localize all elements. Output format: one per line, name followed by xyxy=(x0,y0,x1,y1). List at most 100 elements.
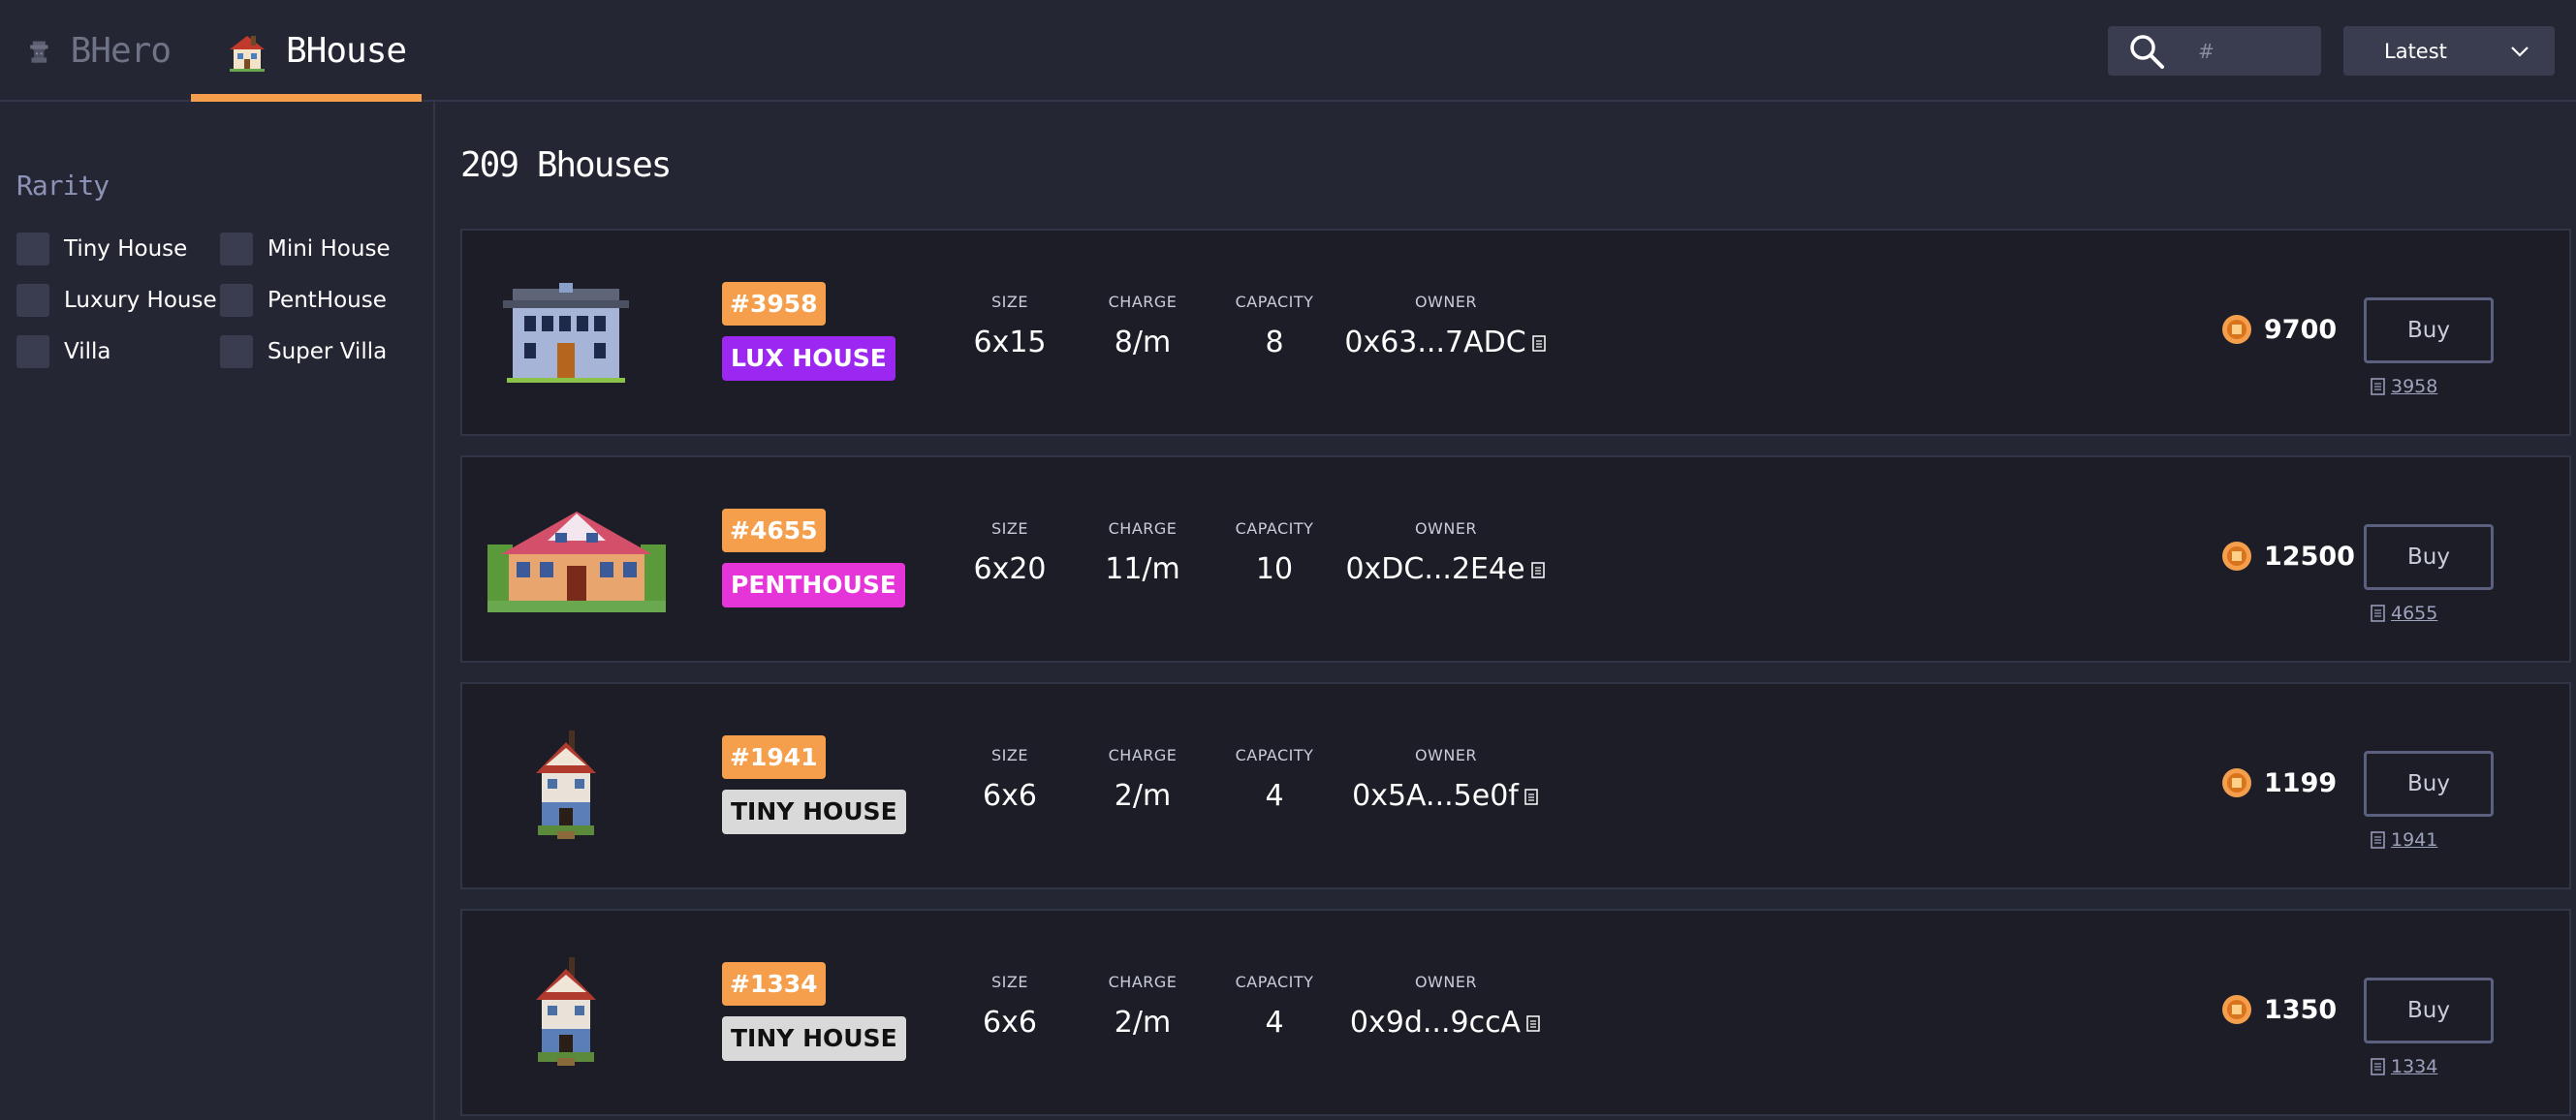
capacity-label: CAPACITY xyxy=(1235,973,1314,991)
owner-value: 0xDC...2E4e xyxy=(1344,552,1548,586)
filter-label: Mini House xyxy=(267,236,391,262)
size-value: 6x20 xyxy=(973,552,1047,586)
listing-card: #1334 TINY HOUSE SIZE 6x6 CHARGE 2/m CAP… xyxy=(460,909,2571,1116)
sort-select[interactable]: Latest xyxy=(2343,26,2555,76)
rarity-badge: TINY HOUSE xyxy=(722,1016,906,1061)
size-value: 6x6 xyxy=(983,1006,1037,1040)
house-id-link-label: 3958 xyxy=(2391,376,2438,397)
filter-tiny-house[interactable]: Tiny House xyxy=(16,233,187,265)
house-id-badge: #1334 xyxy=(722,962,826,1006)
house-id-link[interactable]: 1941 xyxy=(2371,829,2437,851)
search-icon xyxy=(2130,34,2164,69)
charge-value: 2/m xyxy=(1114,1006,1172,1040)
price-value: 9700 xyxy=(2264,314,2338,345)
checkbox[interactable] xyxy=(220,284,253,317)
filter-penthouse[interactable]: PentHouse xyxy=(220,284,387,317)
copy-icon[interactable] xyxy=(1524,1014,1542,1034)
tiny-house-image xyxy=(536,957,596,1066)
capacity-value: 8 xyxy=(1265,326,1284,359)
tab-bhero[interactable]: BHero xyxy=(25,0,172,102)
listing-card: #1941 TINY HOUSE SIZE 6x6 CHARGE 2/m CAP… xyxy=(460,682,2571,889)
owner-address: 0xDC...2E4e xyxy=(1345,552,1525,586)
sidebar: Rarity Tiny House Mini House Luxury Hous… xyxy=(0,102,435,1120)
buy-button[interactable]: Buy xyxy=(2364,297,2494,363)
checkbox[interactable] xyxy=(16,233,49,265)
checkbox[interactable] xyxy=(16,284,49,317)
bcoin-icon xyxy=(2222,768,2251,797)
owner-label: OWNER xyxy=(1414,973,1478,991)
document-icon xyxy=(2371,1058,2385,1075)
chevron-down-icon xyxy=(2511,47,2529,57)
charge-stat: CHARGE 11/m xyxy=(1094,519,1191,586)
checkbox[interactable] xyxy=(220,335,253,368)
house-id-link[interactable]: 4655 xyxy=(2371,603,2437,624)
checkbox[interactable] xyxy=(220,233,253,265)
owner-value: 0x5A...5e0f xyxy=(1344,779,1548,813)
filter-luxury-house[interactable]: Luxury House xyxy=(16,284,217,317)
charge-label: CHARGE xyxy=(1108,519,1178,538)
copy-icon[interactable] xyxy=(1529,561,1547,580)
charge-value: 2/m xyxy=(1114,779,1172,813)
copy-icon[interactable] xyxy=(1523,788,1540,807)
lux-house-image xyxy=(503,283,629,383)
filter-label: PentHouse xyxy=(267,288,387,313)
owner-label: OWNER xyxy=(1414,519,1478,538)
price: 1350 xyxy=(2221,994,2337,1025)
checkbox[interactable] xyxy=(16,335,49,368)
price: 1199 xyxy=(2221,767,2337,798)
charge-label: CHARGE xyxy=(1108,746,1178,764)
owner-label: OWNER xyxy=(1414,746,1478,764)
buy-button[interactable]: Buy xyxy=(2364,978,2494,1043)
size-value: 6x15 xyxy=(973,326,1047,359)
price-value: 1199 xyxy=(2264,767,2338,798)
house-id-link[interactable]: 1334 xyxy=(2371,1056,2437,1077)
tiny-house-image xyxy=(536,731,596,839)
price: 9700 xyxy=(2221,314,2337,345)
listing-card: #3958 LUX HOUSE SIZE 6x15 CHARGE 8/m CAP… xyxy=(460,229,2571,436)
listing-card: #4655 PENTHOUSE SIZE 6x20 CHARGE 11/m CA… xyxy=(460,455,2571,663)
size-stat: SIZE 6x6 xyxy=(966,973,1053,1040)
filter-label: Luxury House xyxy=(64,288,217,313)
bhero-icon xyxy=(30,41,48,63)
owner-address: 0x63...7ADC xyxy=(1344,326,1526,359)
capacity-stat: CAPACITY 4 xyxy=(1226,973,1323,1040)
filter-super-villa[interactable]: Super Villa xyxy=(220,335,387,368)
search-box[interactable] xyxy=(2108,26,2321,76)
owner-stat: OWNER 0x5A...5e0f xyxy=(1344,746,1548,813)
house-id-link[interactable]: 3958 xyxy=(2371,376,2437,397)
buy-button[interactable]: Buy xyxy=(2364,524,2494,590)
document-icon xyxy=(2371,605,2385,622)
capacity-value: 10 xyxy=(1255,552,1294,586)
owner-stat: OWNER 0xDC...2E4e xyxy=(1344,519,1548,586)
house-id-link-label: 4655 xyxy=(2391,603,2438,624)
copy-icon[interactable] xyxy=(1530,334,1548,354)
bcoin-icon xyxy=(2222,995,2251,1024)
search-input[interactable] xyxy=(2196,38,2316,64)
price-value: 12500 xyxy=(2264,541,2355,572)
owner-address: 0x9d...9ccA xyxy=(1349,1006,1522,1040)
owner-value: 0x63...7ADC xyxy=(1344,326,1548,359)
size-stat: SIZE 6x6 xyxy=(966,746,1053,813)
filter-label: Tiny House xyxy=(64,236,188,262)
tab-bhero-label: BHero xyxy=(70,31,172,71)
document-icon xyxy=(2371,831,2385,849)
capacity-label: CAPACITY xyxy=(1235,293,1314,311)
sort-selected-value: Latest xyxy=(2384,39,2447,63)
bhouse-icon xyxy=(230,35,265,72)
filter-mini-house[interactable]: Mini House xyxy=(220,233,391,265)
capacity-value: 4 xyxy=(1265,1006,1284,1040)
penthouse-image xyxy=(487,512,666,612)
buy-button[interactable]: Buy xyxy=(2364,751,2494,817)
charge-value: 11/m xyxy=(1105,552,1180,586)
filter-label: Villa xyxy=(64,339,111,364)
tab-bhouse[interactable]: BHouse xyxy=(191,0,422,102)
charge-stat: CHARGE 2/m xyxy=(1094,973,1191,1040)
page-title: 209 Bhouses xyxy=(460,145,672,185)
filter-villa[interactable]: Villa xyxy=(16,335,111,368)
top-bar: BHero BHouse Latest xyxy=(0,0,2576,102)
rarity-badge: LUX HOUSE xyxy=(722,336,895,381)
filter-label: Super Villa xyxy=(267,339,388,364)
house-id-link-label: 1941 xyxy=(2391,829,2438,851)
document-icon xyxy=(2371,378,2385,395)
charge-label: CHARGE xyxy=(1108,293,1178,311)
